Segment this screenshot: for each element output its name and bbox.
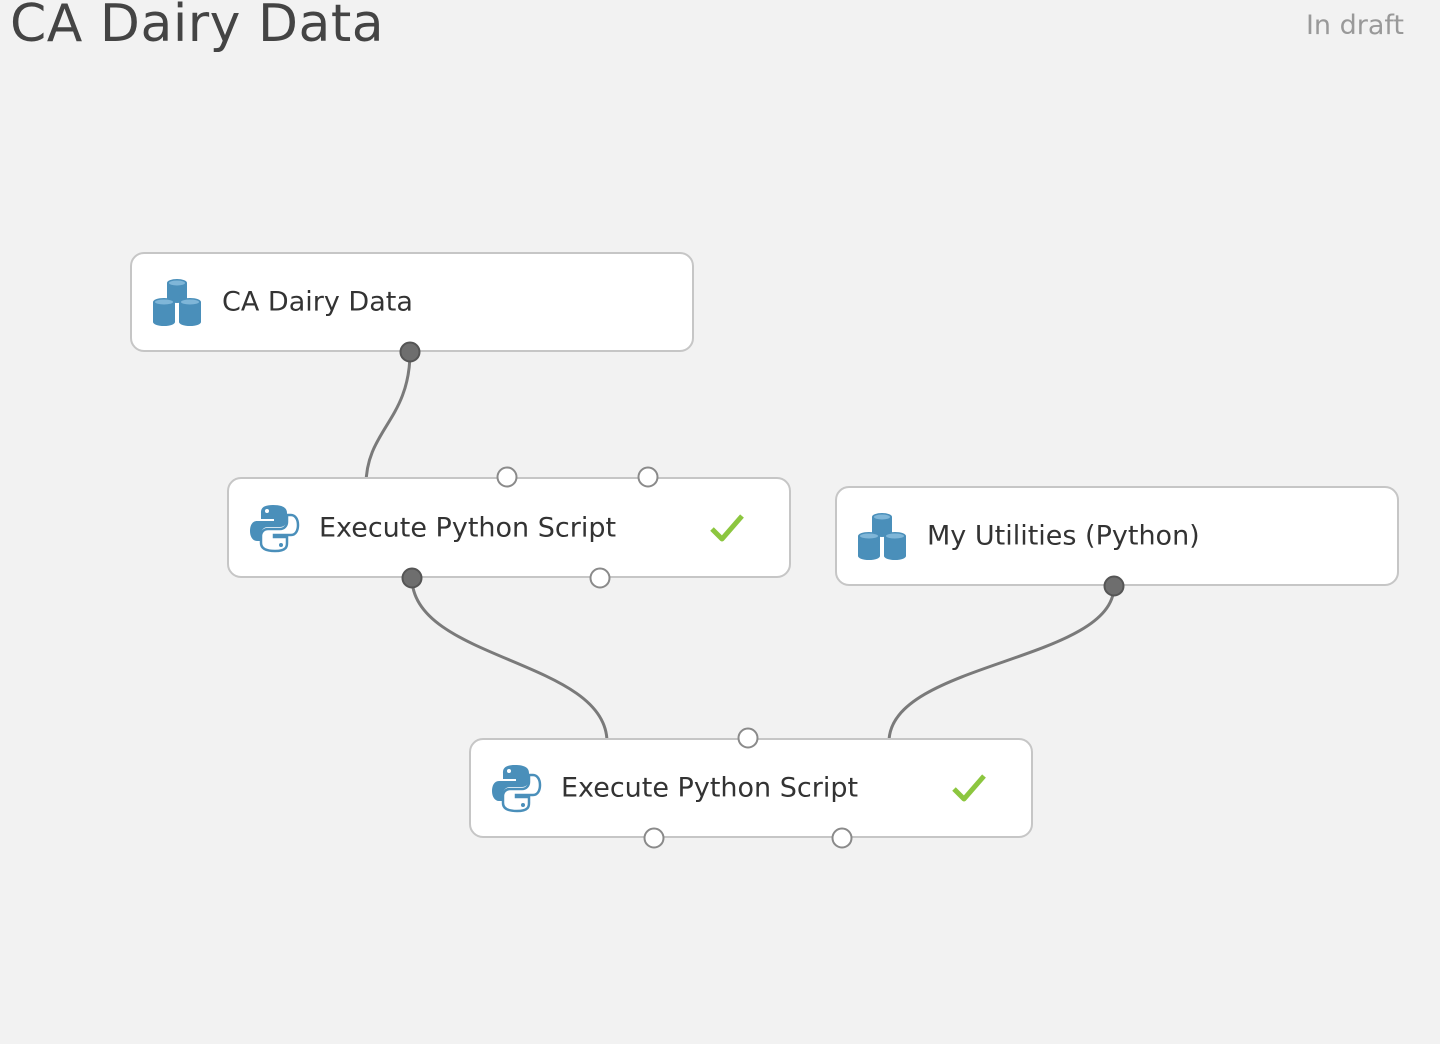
output-port-python-device[interactable]: [831, 827, 853, 849]
dataset-icon: [153, 279, 201, 326]
input-port-2[interactable]: [496, 466, 518, 488]
python-icon: [250, 504, 300, 552]
success-check-icon: [710, 513, 744, 541]
module-ca-dairy-data[interactable]: CA Dairy Data: [130, 252, 694, 352]
output-port-my-utilities[interactable]: [1103, 575, 1125, 597]
connector-script1-to-script2[interactable]: [410, 577, 609, 743]
python-icon: [492, 765, 542, 813]
module-label: My Utilities (Python): [927, 520, 1200, 552]
output-port-result-dataset[interactable]: [643, 827, 665, 849]
connector-utilities-to-script2[interactable]: [887, 585, 1116, 743]
module-label: CA Dairy Data: [222, 286, 413, 318]
output-port-python-device[interactable]: [589, 567, 611, 589]
module-label: Execute Python Script: [319, 512, 617, 543]
output-port-result-dataset[interactable]: [401, 567, 423, 589]
module-my-utilities-python[interactable]: My Utilities (Python): [835, 486, 1399, 586]
output-port-ca-dairy-data[interactable]: [399, 341, 421, 363]
module-label: Execute Python Script: [561, 772, 859, 804]
module-execute-python-script-2[interactable]: Execute Python Script: [469, 738, 1033, 838]
dataset-icon: [858, 513, 906, 560]
input-port-3[interactable]: [637, 466, 659, 488]
experiment-canvas[interactable]: CA Dairy Data In draft CA Dairy Data Exe…: [0, 0, 1440, 1044]
success-check-icon: [952, 774, 986, 802]
connector-dataset-to-script1[interactable]: [364, 351, 412, 486]
input-port-2[interactable]: [737, 727, 759, 749]
module-execute-python-script-1[interactable]: Execute Python Script: [227, 477, 791, 578]
